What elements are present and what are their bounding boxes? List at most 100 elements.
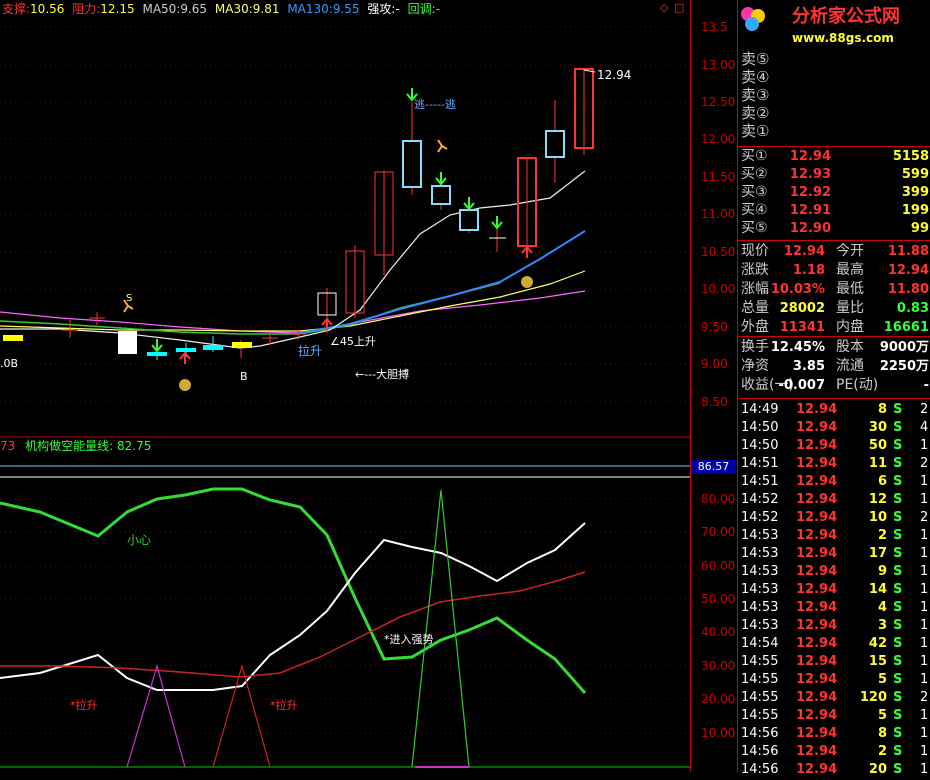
tick-side: S [893,546,903,561]
tick-count: 1 [920,726,929,741]
stat-label-2: 今开 [836,243,864,259]
tick-row[interactable]: 14:56 12.94 8 S 1 [738,726,930,744]
tick-time: 14:53 [741,618,779,633]
fundamental-value: 12.45% [770,340,825,355]
tick-row[interactable]: 14:53 12.94 4 S 1 [738,600,930,618]
tick-volume: 8 [877,726,887,741]
price-tick-label: 11.00 [701,207,736,221]
tick-row[interactable]: 14:53 12.94 9 S 1 [738,564,930,582]
tick-price: 12.94 [796,420,838,435]
tick-row[interactable]: 14:55 12.94 15 S 1 [738,654,930,672]
tick-volume: 50 [868,438,887,453]
buy-level-volume: 199 [901,203,929,218]
indicator-header: 73 机构做空能量线: 82.75 [0,440,151,452]
tick-side: S [893,618,903,633]
indicator-tick-label: 40.00 [701,625,736,639]
tick-price: 12.94 [796,618,838,633]
tick-volume: 2 [877,528,887,543]
ma30-label: MA30: [214,2,253,16]
tick-row[interactable]: 14:54 12.94 42 S 1 [738,636,930,654]
indicator-prefix: 73 [0,439,16,453]
tick-row[interactable]: 14:53 12.94 14 S 1 [738,582,930,600]
strong-value: - [395,2,400,16]
logo-title: 分析家公式网 [792,6,900,27]
tick-row[interactable]: 14:53 12.94 17 S 1 [738,546,930,564]
tick-row[interactable]: 14:56 12.94 2 S 1 [738,744,930,762]
tick-volume: 9 [877,564,887,579]
tick-row[interactable]: 14:55 12.94 120 S 2 [738,690,930,708]
tick-volume: 5 [877,672,887,687]
pull-up-annotation-3: *拉升 [270,699,298,712]
tick-time: 14:53 [741,564,779,579]
tick-time: 14:53 [741,546,779,561]
tick-side: S [893,492,903,507]
tick-time: 14:51 [741,474,779,489]
tick-side: S [893,420,903,435]
ma-green-line [0,282,501,335]
ma50-label: MA50: [142,2,181,16]
fundamental-label: 换手 [741,339,769,355]
tick-volume: 11 [868,456,887,471]
tick-side: S [893,636,903,651]
price-tick-label: 13.5 [701,20,728,34]
ma-white-line [0,170,586,349]
tick-volume: 5 [877,708,887,723]
tick-row[interactable]: 14:55 12.94 5 S 1 [738,708,930,726]
buy-level-price: 12.92 [789,185,831,200]
tick-count: 1 [920,672,929,687]
buy-level-volume: 99 [910,221,929,236]
buy-level-price: 12.90 [789,221,831,236]
tick-row[interactable]: 14:53 12.94 3 S 1 [738,618,930,636]
tick-row[interactable]: 14:52 12.94 12 S 1 [738,492,930,510]
tick-side: S [893,600,903,615]
tick-row[interactable]: 14:51 12.94 6 S 1 [738,474,930,492]
price-tick-label: 10.00 [701,282,736,296]
window-button-icon[interactable]: □ [674,2,684,13]
tick-row[interactable]: 14:50 12.94 30 S 4 [738,420,930,438]
tick-row[interactable]: 14:51 12.94 11 S 2 [738,456,930,474]
indicator-tick-label: 50.00 [701,592,736,606]
price-tick-label: 8.50 [701,395,728,409]
tick-price: 12.94 [796,726,838,741]
fundamental-value-2: 9000万 [879,340,929,355]
tick-count: 2 [920,456,929,471]
diamond-icon[interactable]: ◇ [660,2,668,13]
tick-row[interactable]: 14:49 12.94 8 S 2 [738,402,930,420]
tick-count: 1 [920,492,929,507]
tick-row[interactable]: 14:56 12.94 20 S 1 [738,762,930,780]
tick-side: S [893,564,903,579]
tick-price: 12.94 [796,528,838,543]
stat-label: 涨幅 [741,281,769,297]
stat-value: 28002 [779,301,825,316]
ma50-value: 9.65 [180,2,208,16]
tick-time: 14:50 [741,420,779,435]
logo: 分析家公式网 www.88gs.com [738,0,930,50]
indicator-tick-label: 20.00 [701,692,736,706]
fundamental-label: 净资 [741,358,769,374]
tick-price: 12.94 [796,474,838,489]
stat-value-2: 12.94 [887,263,929,278]
logo-url: www.88gs.com [792,31,894,45]
tick-time: 14:56 [741,744,779,759]
tick-row[interactable]: 14:53 12.94 2 S 1 [738,528,930,546]
tick-time: 14:52 [741,510,779,525]
stat-value-2: 16661 [883,320,929,335]
ma130-value: 9.55 [332,2,360,16]
tick-count: 1 [920,474,929,489]
tick-volume: 120 [859,690,887,705]
buy-level-price: 12.91 [789,203,831,218]
tick-row[interactable]: 14:50 12.94 50 S 1 [738,438,930,456]
sell-level-label: 卖① [741,122,770,140]
buy-level-price: 12.94 [789,149,831,164]
indicator-value: 82.75 [116,439,152,453]
tick-row[interactable]: 14:52 12.94 10 S 2 [738,510,930,528]
fundamental-value: -0.007 [778,378,825,393]
kline-chart-area[interactable]: 支撑:10.56 阻力:12.15 MA50:9.65 MA30:9.81 MA… [0,0,690,772]
price-tick-label: 12.50 [701,95,736,109]
tick-row[interactable]: 14:55 12.94 5 S 1 [738,672,930,690]
chart-header: 支撑:10.56 阻力:12.15 MA50:9.65 MA30:9.81 MA… [2,3,440,15]
tick-price: 12.94 [796,510,838,525]
tick-count: 1 [920,618,929,633]
tick-price: 12.94 [796,438,838,453]
tick-time: 14:56 [741,726,779,741]
